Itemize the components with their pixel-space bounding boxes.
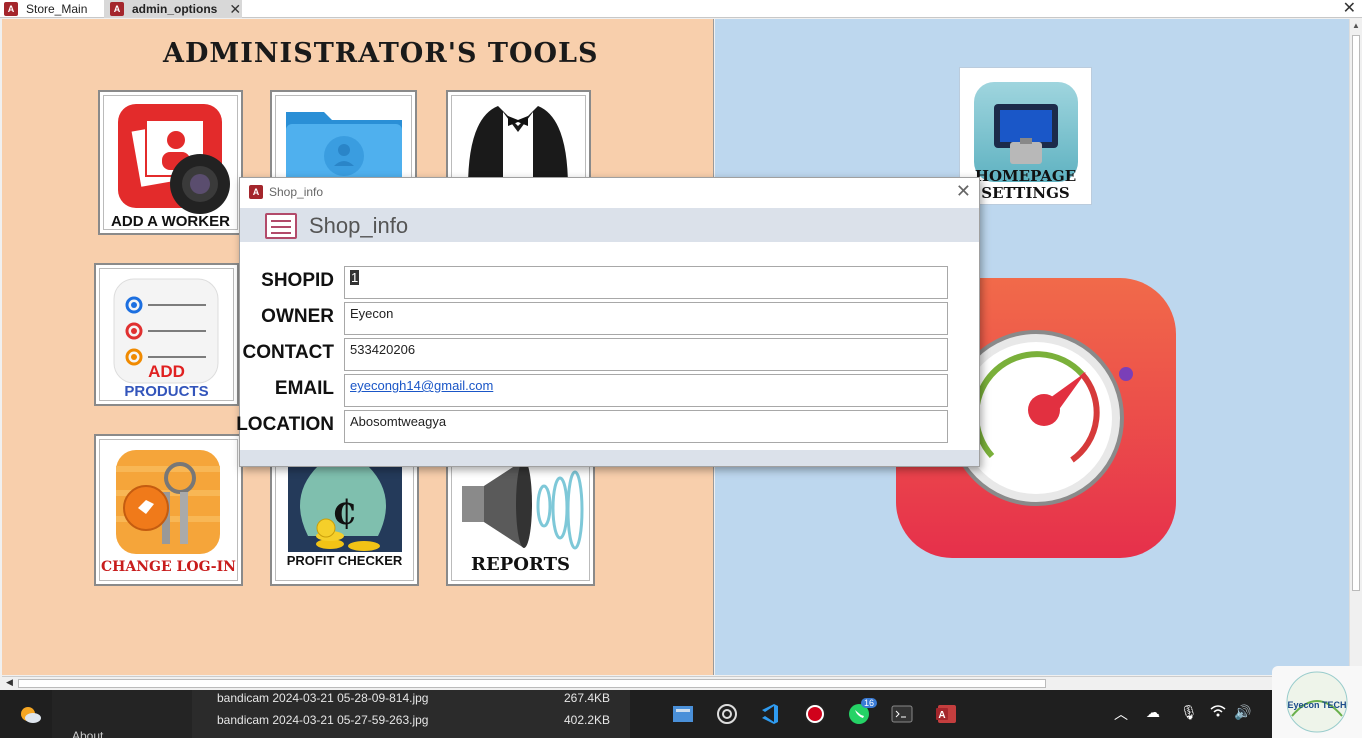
close-window-button[interactable]: ✕ [1343, 0, 1356, 17]
owner-field[interactable]: Eyecon [344, 302, 948, 335]
tab-label: Store_Main [26, 2, 88, 16]
svg-text:A: A [938, 710, 945, 721]
terminal-icon[interactable] [890, 702, 914, 726]
folder-button[interactable] [270, 90, 417, 190]
page-title: ADMINISTRATOR'S TOOLS [163, 38, 599, 69]
shopid-value: 1 [350, 270, 360, 285]
onedrive-icon[interactable]: ☁ [1146, 704, 1160, 721]
record-icon[interactable] [803, 702, 827, 726]
tile-label-line2: PRODUCTS [124, 383, 209, 400]
access-icon: A [249, 185, 263, 199]
horizontal-scrollbar[interactable]: ◀ [2, 676, 1349, 690]
file-size: 402.2KB [564, 713, 611, 727]
microphone-icon[interactable]: 🎙 [1180, 704, 1198, 721]
eyecon-tech-logo: Eyecon TECH [1272, 666, 1362, 738]
about-item[interactable]: About [72, 729, 103, 738]
wifi-icon[interactable] [1210, 704, 1226, 721]
location-label: LOCATION [236, 414, 334, 435]
close-icon[interactable]: ✕ [956, 181, 971, 202]
contact-row: CONTACT 533420206 [240, 338, 979, 372]
notification-badge: 16 [861, 698, 878, 708]
scroll-up-icon[interactable]: ▲ [1352, 21, 1360, 30]
tile-label-line1: ADD [148, 362, 185, 381]
vertical-scrollbar[interactable]: ▲ ▼ [1349, 19, 1362, 675]
explorer-nav: About [52, 690, 192, 738]
tuxedo-icon [468, 106, 568, 188]
weather-icon[interactable] [18, 702, 42, 726]
file-size: 267.4KB [564, 691, 611, 705]
whatsapp-icon[interactable]: 16 [847, 698, 878, 726]
taskbar: About bandicam 2024-03-21 05-28-09-814.j… [0, 690, 1362, 738]
form-footer [240, 450, 979, 466]
email-label: EMAIL [274, 378, 334, 399]
email-field[interactable]: eyecongh14@gmail.com [344, 374, 948, 407]
tab-store-main[interactable]: A Store_Main [4, 0, 104, 18]
task-view-icon[interactable] [671, 702, 695, 726]
svg-text:₵: ₵ [332, 493, 356, 533]
volume-icon[interactable]: 🔊 [1234, 704, 1251, 721]
chatgpt-icon[interactable] [715, 702, 739, 726]
form-title: Shop_info [309, 213, 409, 238]
tile-label: ADD A WORKER [111, 213, 230, 230]
add-worker-button[interactable]: ADD A WORKER [98, 90, 243, 235]
add-products-button[interactable]: ADD PRODUCTS [94, 263, 239, 406]
scroll-thumb[interactable] [18, 679, 1046, 688]
owner-row: OWNER Eyecon [240, 302, 979, 336]
contact-field[interactable]: 533420206 [344, 338, 948, 371]
scroll-left-icon[interactable]: ◀ [6, 677, 13, 688]
owner-label: OWNER [261, 306, 334, 327]
form-icon [265, 213, 297, 239]
tuxedo-button[interactable] [446, 90, 591, 190]
tile-label: REPORTS [471, 554, 570, 575]
tile-label: CHANGE LOG-IN [101, 559, 236, 575]
dialog-window-title: Shop_info [269, 185, 324, 199]
access-icon: A [110, 2, 124, 16]
logo-text: Eyecon TECH [1287, 700, 1346, 710]
access-app-icon[interactable]: A [934, 702, 958, 726]
shopid-label: SHOPID [261, 270, 334, 291]
form-header: Shop_info [240, 208, 979, 242]
logo-icon: Eyecon TECH [1286, 671, 1348, 733]
tab-label: admin_options [132, 2, 218, 16]
location-row: LOCATION Abosomtweagya [236, 410, 979, 444]
access-icon: A [4, 2, 18, 16]
tile-label: PROFIT CHECKER [286, 553, 403, 568]
dialog-titlebar[interactable]: A Shop_info ✕ [240, 178, 979, 208]
scroll-thumb[interactable] [1352, 35, 1360, 591]
user-folder-icon [286, 112, 402, 188]
shop-info-dialog: A Shop_info ✕ Shop_info SHOPID 1 OWNER E… [236, 177, 980, 467]
photo-camera-icon [118, 104, 230, 214]
shopid-field[interactable]: 1 [344, 266, 948, 299]
change-login-button[interactable]: CHANGE LOG-IN [94, 434, 243, 586]
email-row: EMAIL eyecongh14@gmail.com [240, 374, 979, 408]
file-explorer-preview: About bandicam 2024-03-21 05-28-09-814.j… [52, 690, 630, 738]
tab-admin-options[interactable]: A admin_options ✕ [104, 0, 242, 18]
location-field[interactable]: Abosomtweagya [344, 410, 948, 443]
close-icon[interactable]: ✕ [229, 1, 241, 17]
contact-label: CONTACT [242, 342, 334, 363]
document-tab-strip: A Store_Main A admin_options ✕ ✕ [0, 0, 1362, 18]
show-hidden-icons[interactable]: ︿ [1114, 704, 1128, 724]
shopid-row: SHOPID 1 [240, 266, 979, 300]
vscode-icon[interactable] [758, 702, 782, 726]
